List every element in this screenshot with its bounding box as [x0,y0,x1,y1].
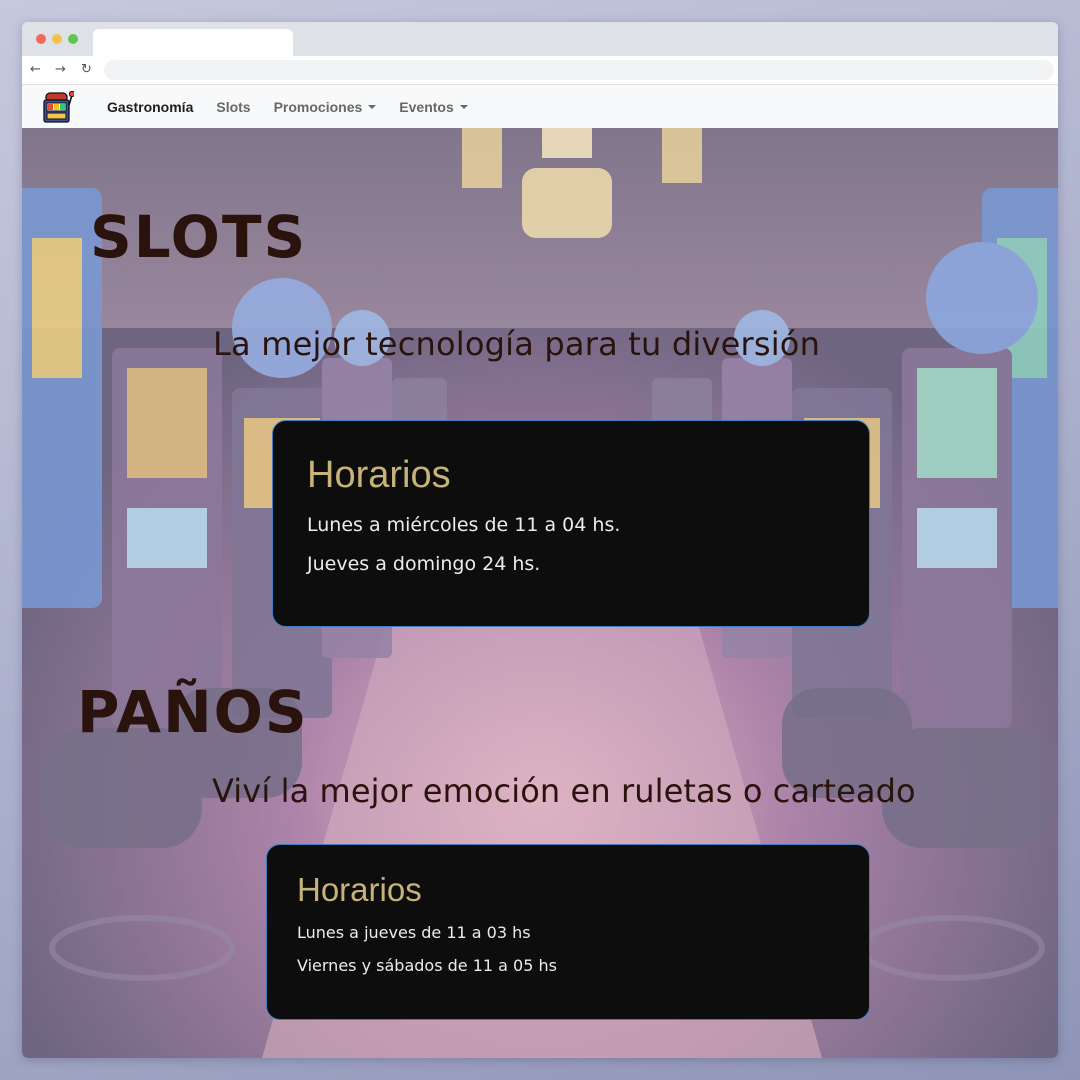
chevron-down-icon [459,104,468,109]
address-bar: ← → ↻ [22,56,1058,85]
url-input[interactable] [104,60,1054,80]
minimize-window-button[interactable] [52,34,62,44]
browser-window: ← → ↻ Gastronomía Slots Promociones Even… [22,22,1058,1058]
schedule-line: Lunes a miércoles de 11 a 04 hs. [307,514,621,536]
close-window-button[interactable] [36,34,46,44]
schedule-card-title: Horarios [307,454,451,496]
nav-link-slots[interactable]: Slots [216,99,250,115]
section-subtitle-panos: Viví la mejor emoción en ruletas o carte… [212,772,916,810]
nav-dropdown-promociones-label: Promociones [273,98,363,115]
nav-dropdown-eventos[interactable]: Eventos [399,98,468,115]
schedule-card-slots: Horarios Lunes a miércoles de 11 a 04 hs… [272,420,870,627]
browser-tab[interactable] [93,29,293,56]
site-navbar: Gastronomía Slots Promociones Eventos [22,85,1058,129]
forward-arrow-icon[interactable]: → [55,61,66,79]
reload-icon[interactable]: ↻ [81,61,92,79]
schedule-line: Viernes y sábados de 11 a 05 hs [297,956,557,975]
nav-link-gastronomia[interactable]: Gastronomía [107,99,193,115]
nav-dropdown-promociones[interactable]: Promociones [274,99,377,115]
schedule-line: Jueves a domingo 24 hs. [307,553,541,575]
section-title-panos: PAÑOS [77,678,309,746]
back-arrow-icon[interactable]: ← [30,61,41,79]
tab-bar [22,22,1058,56]
section-subtitle-slots: La mejor tecnología para tu diversión [213,325,821,363]
schedule-card-title: Horarios [297,871,422,908]
slot-machine-icon[interactable] [42,89,76,125]
schedule-line: Lunes a jueves de 11 a 03 hs [297,923,531,942]
section-title-slots: SLOTS [90,203,308,271]
nav-dropdown-eventos-label: Eventos [399,98,454,115]
chevron-down-icon [368,104,377,109]
page-content: SLOTS La mejor tecnología para tu divers… [22,128,1058,1058]
schedule-card-panos: Horarios Lunes a jueves de 11 a 03 hs Vi… [266,844,870,1020]
maximize-window-button[interactable] [68,34,78,44]
nav-menu: Gastronomía Slots Promociones Eventos [107,85,468,128]
